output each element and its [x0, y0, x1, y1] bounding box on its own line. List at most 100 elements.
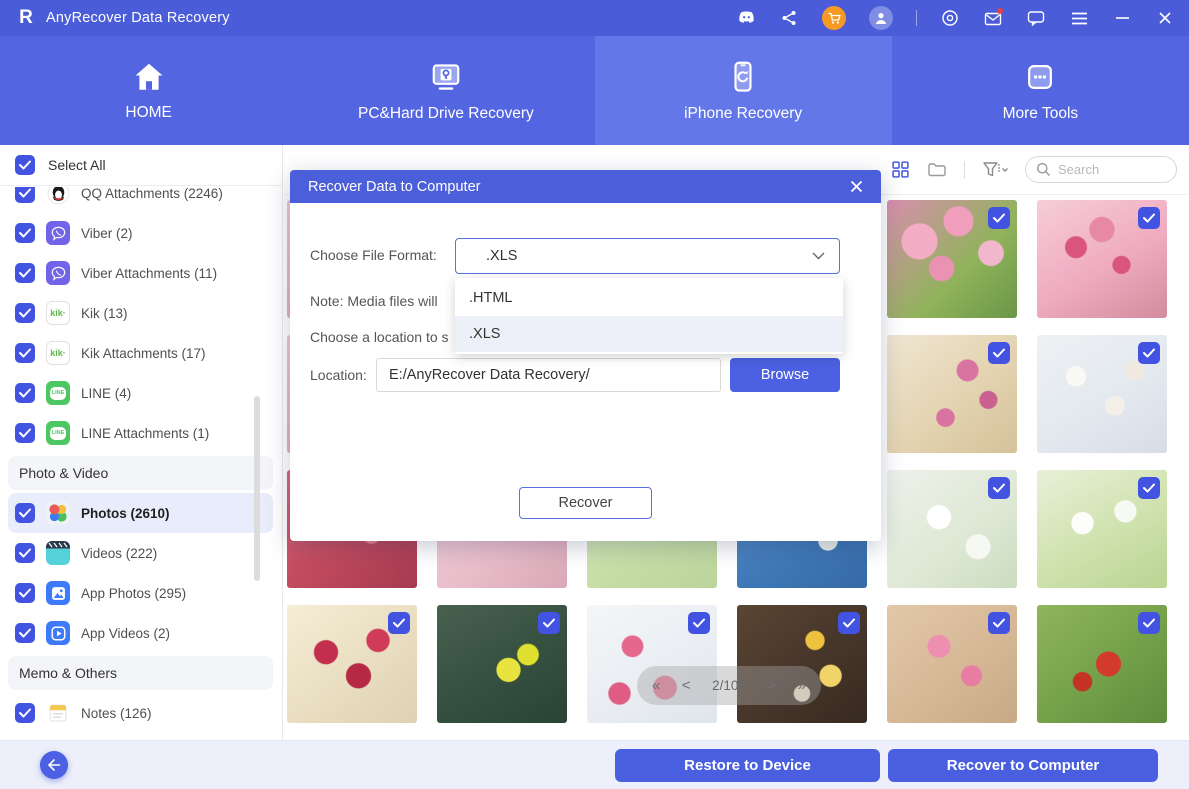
item-checkbox[interactable]	[15, 583, 35, 603]
photo-checkbox[interactable]	[1138, 207, 1160, 229]
item-checkbox[interactable]	[15, 703, 35, 723]
dropdown-option-html[interactable]: .HTML	[455, 280, 843, 316]
item-checkbox[interactable]	[15, 263, 35, 283]
photo-checkbox[interactable]	[1138, 342, 1160, 364]
recover-button[interactable]: Recover	[519, 487, 652, 519]
sidebar-item[interactable]: QQ Attachments (2246)	[0, 187, 281, 213]
photo-thumbnail[interactable]	[887, 470, 1017, 588]
photo-checkbox[interactable]	[1138, 612, 1160, 634]
tab-more-tools[interactable]: More Tools	[892, 36, 1189, 145]
recover-to-computer-button[interactable]: Recover to Computer	[888, 749, 1158, 782]
restore-to-device-button[interactable]: Restore to Device	[615, 749, 880, 782]
item-checkbox[interactable]	[15, 383, 35, 403]
qq-icon	[46, 187, 70, 205]
select-all-checkbox[interactable]	[15, 155, 35, 175]
menu-icon[interactable]	[1069, 8, 1089, 28]
sidebar-item[interactable]: App Photos (295)	[0, 573, 281, 613]
kik-icon: kik·	[46, 301, 70, 325]
photo-thumbnail[interactable]	[887, 335, 1017, 453]
photo-thumbnail[interactable]	[1037, 605, 1167, 723]
store-cart-icon[interactable]	[822, 6, 846, 30]
file-format-select[interactable]: .XLS	[455, 238, 840, 274]
tab-pc-hard-drive-recovery[interactable]: PC&Hard Drive Recovery	[297, 36, 594, 145]
dialog-close-icon[interactable]	[850, 180, 863, 193]
dropdown-option-xls[interactable]: .XLS	[455, 316, 843, 352]
sidebar-item[interactable]: Photos (2610)	[8, 493, 273, 533]
item-checkbox[interactable]	[15, 503, 35, 523]
item-checkbox[interactable]	[15, 187, 35, 203]
close-button[interactable]	[1155, 8, 1175, 28]
photo-thumbnail[interactable]	[887, 605, 1017, 723]
sidebar: Select All QQ Attachments (2246)Viber (2…	[0, 145, 283, 740]
photo-thumbnail[interactable]	[587, 605, 717, 723]
footer-bar: Restore to Device Recover to Computer	[0, 740, 1189, 789]
tab-label: PC&Hard Drive Recovery	[358, 105, 534, 123]
photo-checkbox[interactable]	[988, 342, 1010, 364]
first-page-button[interactable]: «	[652, 677, 660, 694]
photo-thumbnail[interactable]	[737, 605, 867, 723]
photo-checkbox[interactable]	[388, 612, 410, 634]
folder-view-icon[interactable]	[927, 161, 947, 178]
search-box[interactable]	[1025, 156, 1177, 183]
grid-view-icon[interactable]	[891, 160, 910, 179]
location-input[interactable]	[376, 358, 721, 392]
app-logo: R	[14, 6, 38, 30]
photo-checkbox[interactable]	[988, 477, 1010, 499]
item-checkbox[interactable]	[15, 343, 35, 363]
sidebar-item[interactable]: App Videos (2)	[0, 613, 281, 653]
select-all-row[interactable]: Select All	[0, 145, 282, 186]
titlebar-divider	[916, 10, 917, 26]
sidebar-item[interactable]: kik· Kik (13)	[0, 293, 281, 333]
item-checkbox[interactable]	[15, 303, 35, 323]
app-window: R AnyRecover Data Recovery	[0, 0, 1189, 789]
photo-thumbnail[interactable]	[1037, 335, 1167, 453]
next-page-button[interactable]: >	[767, 677, 776, 694]
app-photos-icon	[46, 581, 70, 605]
record-target-icon[interactable]	[940, 8, 960, 28]
sidebar-item[interactable]: Viber Attachments (11)	[0, 253, 281, 293]
page-indicator: 2/106	[712, 678, 746, 693]
item-checkbox[interactable]	[15, 623, 35, 643]
photo-thumbnail[interactable]	[1037, 470, 1167, 588]
photo-thumbnail[interactable]	[1037, 200, 1167, 318]
photo-thumbnail[interactable]	[437, 605, 567, 723]
photo-checkbox[interactable]	[988, 207, 1010, 229]
sidebar-item[interactable]: kik·Kik Attachments (17)	[0, 333, 281, 373]
tab-home[interactable]: HOME	[0, 36, 297, 145]
photo-checkbox[interactable]	[988, 612, 1010, 634]
tab-label: HOME	[125, 104, 172, 122]
photo-checkbox[interactable]	[688, 612, 710, 634]
discord-icon[interactable]	[736, 8, 756, 28]
photo-thumbnail[interactable]	[887, 200, 1017, 318]
sidebar-item[interactable]: LINELINE Attachments (1)	[0, 413, 281, 453]
back-button[interactable]	[40, 751, 68, 779]
sidebar-item[interactable]: LINELINE (4)	[0, 373, 281, 413]
photo-thumbnail[interactable]	[287, 605, 417, 723]
item-checkbox[interactable]	[15, 423, 35, 443]
viber-icon	[46, 261, 70, 285]
sidebar-item[interactable]: Viber (2)	[0, 213, 281, 253]
tab-iphone-recovery[interactable]: iPhone Recovery	[595, 36, 892, 145]
last-page-button[interactable]: »	[798, 677, 806, 694]
pagination-bar: « < 2/106 > »	[637, 666, 821, 705]
sidebar-scrollbar[interactable]	[254, 396, 260, 581]
sidebar-item-label: Kik (13)	[81, 306, 128, 321]
sidebar-item[interactable]: Notes (126)	[0, 693, 281, 733]
prev-page-button[interactable]: <	[682, 677, 691, 694]
share-icon[interactable]	[779, 8, 799, 28]
photo-checkbox[interactable]	[1138, 477, 1160, 499]
account-avatar-icon[interactable]	[869, 6, 893, 30]
filter-icon[interactable]	[982, 161, 1008, 179]
sidebar-item[interactable]: Videos (222)	[0, 533, 281, 573]
item-checkbox[interactable]	[15, 223, 35, 243]
mail-icon[interactable]	[983, 8, 1003, 28]
viber-icon	[46, 221, 70, 245]
photo-checkbox[interactable]	[538, 612, 560, 634]
search-input[interactable]	[1058, 162, 1158, 177]
item-checkbox[interactable]	[15, 543, 35, 563]
browse-button[interactable]: Browse	[730, 358, 840, 392]
sidebar-section-header: Photo & Video	[8, 456, 273, 490]
chat-feedback-icon[interactable]	[1026, 8, 1046, 28]
photo-checkbox[interactable]	[838, 612, 860, 634]
minimize-button[interactable]	[1112, 8, 1132, 28]
